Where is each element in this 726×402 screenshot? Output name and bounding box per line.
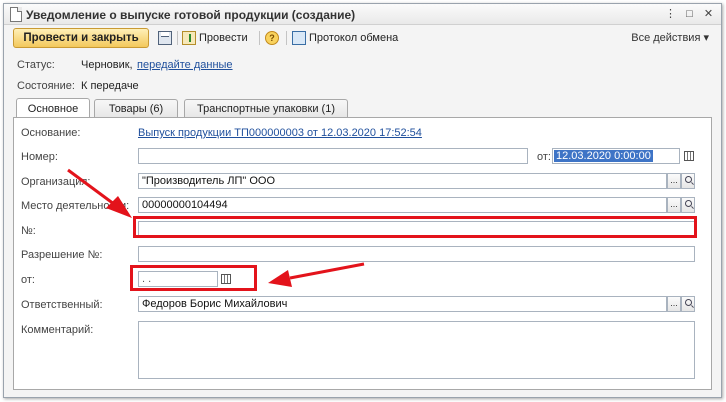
annotation-arrows <box>67 168 365 287</box>
arrow-head-to-date <box>268 270 292 287</box>
arrow-line-to-date <box>289 262 365 280</box>
arrow-line-to-number <box>67 168 119 209</box>
